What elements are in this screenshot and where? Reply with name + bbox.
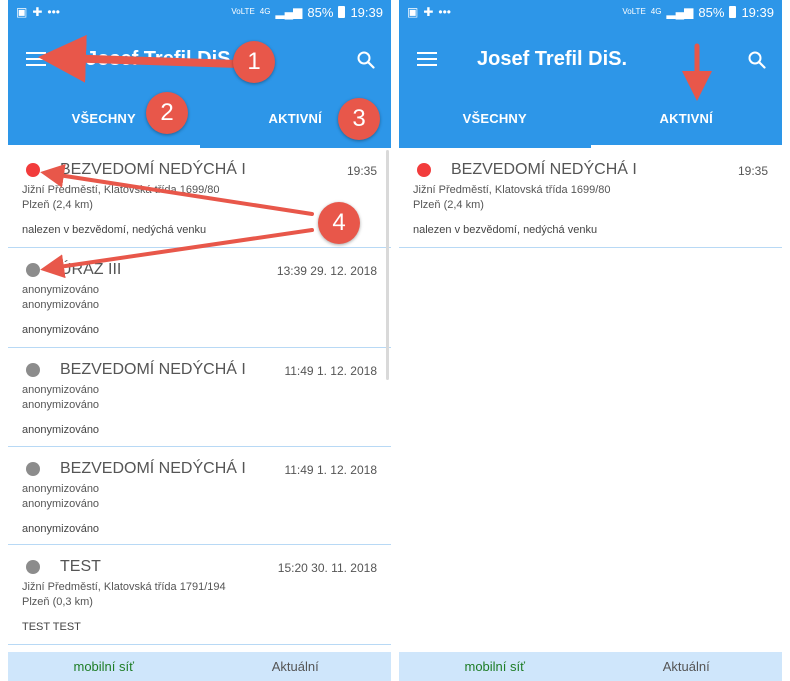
status-bar: ▣ ✚ ••• VoLTE 4G ▂▄▆ 85% 19:39 [8, 0, 391, 24]
gallery-icon: ▣ [407, 5, 419, 19]
item-time: 13:39 29. 12. 2018 [276, 264, 377, 278]
tab-bar: VŠECHNY AKTIVNÍ [399, 96, 782, 148]
battery-percent: 85% [307, 4, 334, 20]
tab-active[interactable]: AKTIVNÍ [591, 96, 783, 148]
item-time: 11:49 1. 12. 2018 [284, 364, 377, 378]
item-city: Plzeň (2,4 km) [413, 199, 484, 211]
app-title: Josef Trefil DiS. [477, 48, 628, 70]
volte-icon: VoLTE [231, 7, 255, 16]
battery-icon [338, 6, 346, 18]
list-item[interactable]: TEST 15:20 30. 11. 2018 Jižní Předměstí,… [8, 545, 391, 645]
annotation-badge-2: 2 [146, 92, 188, 134]
list-item[interactable]: BEZVEDOMÍ NEDÝCHÁ I 11:49 1. 12. 2018 an… [8, 447, 391, 545]
scrollbar[interactable] [386, 150, 389, 380]
annotation-badge-3: 3 [338, 98, 380, 140]
item-time: 11:49 1. 12. 2018 [284, 463, 377, 477]
menu-icon[interactable] [26, 52, 46, 66]
item-note: anonymizováno [22, 424, 100, 436]
item-time: 15:20 30. 11. 2018 [277, 561, 377, 575]
item-city: anonymizováno [22, 399, 100, 411]
app-title: Josef Trefil DiS. [86, 48, 237, 70]
signal-icon: ▂▄▆ [666, 5, 694, 19]
app-bar: Josef Trefil DiS. [399, 24, 782, 96]
item-note: nalezen v bezvědomí, nedýchá venku [413, 224, 598, 236]
tab-all[interactable]: VŠECHNY [399, 96, 591, 148]
signal-icon: ▂▄▆ [275, 5, 303, 19]
menu-icon[interactable] [417, 52, 437, 66]
item-address: anonymizováno [22, 384, 100, 396]
phone-screen-right: ▣ ✚ ••• VoLTE 4G ▂▄▆ 85% 19:39 Josef Tre… [399, 0, 782, 681]
network-status: mobilní síť [464, 659, 525, 674]
update-status: Aktuální [662, 659, 710, 674]
volte-icon: VoLTE [622, 7, 646, 16]
list-item[interactable]: BEZVEDOMÍ NEDÝCHÁ I 11:49 1. 12. 2018 an… [8, 348, 391, 447]
item-address: Jižní Předměstí, Klatovská třída 1699/80 [413, 184, 611, 196]
item-note: anonymizováno [22, 523, 100, 535]
item-title: ÚRAZ III [60, 261, 122, 278]
battery-percent: 85% [698, 4, 725, 20]
item-note: TEST TEST [22, 621, 81, 633]
item-address: anonymizováno [22, 483, 100, 495]
search-icon[interactable] [357, 51, 375, 69]
item-title: BEZVEDOMÍ NEDÝCHÁ I [60, 161, 246, 178]
status-dot-active [417, 163, 431, 177]
bluetooth-like-icon: ✚ [32, 5, 43, 19]
item-address: Jižní Předměstí, Klatovská třída 1791/19… [22, 581, 226, 593]
status-dot-active [26, 163, 40, 177]
incident-list: BEZVEDOMÍ NEDÝCHÁ I 19:35 Jižní Předměst… [399, 148, 782, 652]
app-bar: Josef Trefil DiS. [8, 24, 391, 96]
item-title: TEST [60, 558, 101, 575]
status-dot-inactive [26, 462, 40, 476]
clock: 19:39 [741, 4, 774, 20]
status-dot-inactive [26, 560, 40, 574]
network-type-icon: 4G [650, 7, 662, 16]
item-city: Plzeň (2,4 km) [22, 199, 93, 211]
item-title: BEZVEDOMÍ NEDÝCHÁ I [60, 361, 246, 378]
annotation-badge-1: 1 [233, 41, 275, 83]
item-note: nalezen v bezvědomí, nedýchá venku [22, 224, 207, 236]
gallery-icon: ▣ [16, 5, 28, 19]
more-dots-icon: ••• [438, 5, 452, 19]
status-bar: ▣ ✚ ••• VoLTE 4G ▂▄▆ 85% 19:39 [399, 0, 782, 24]
list-item[interactable]: BEZVEDOMÍ NEDÝCHÁ I 19:35 Jižní Předměst… [399, 148, 782, 248]
network-status: mobilní síť [73, 659, 134, 674]
item-time: 19:35 [346, 164, 377, 178]
item-city: anonymizováno [22, 498, 100, 510]
network-type-icon: 4G [259, 7, 271, 16]
item-address: anonymizováno [22, 284, 100, 296]
item-city: anonymizováno [22, 299, 100, 311]
bluetooth-like-icon: ✚ [423, 5, 434, 19]
annotation-badge-4: 4 [318, 202, 360, 244]
item-title: BEZVEDOMÍ NEDÝCHÁ I [60, 460, 246, 477]
bottom-bar: mobilní síť Aktuální [8, 652, 391, 681]
item-note: anonymizováno [22, 324, 100, 336]
update-status: Aktuální [271, 659, 319, 674]
more-dots-icon: ••• [47, 5, 61, 19]
tab-bar: VŠECHNY AKTIVNÍ [8, 96, 391, 148]
list-item[interactable]: ÚRAZ III 13:39 29. 12. 2018 anonymizován… [8, 248, 391, 348]
item-address: Jižní Předměstí, Klatovská třída 1699/80 [22, 184, 220, 196]
status-dot-inactive [26, 363, 40, 377]
search-icon[interactable] [748, 51, 766, 69]
bottom-bar: mobilní síť Aktuální [399, 652, 782, 681]
item-time: 19:35 [737, 164, 768, 178]
status-dot-inactive [26, 263, 40, 277]
item-city: Plzeň (0,3 km) [22, 596, 93, 608]
clock: 19:39 [350, 4, 383, 20]
battery-icon [729, 6, 737, 18]
phone-screen-left: ▣ ✚ ••• VoLTE 4G ▂▄▆ 85% 19:39 Josef Tre… [8, 0, 391, 681]
item-title: BEZVEDOMÍ NEDÝCHÁ I [451, 161, 637, 178]
